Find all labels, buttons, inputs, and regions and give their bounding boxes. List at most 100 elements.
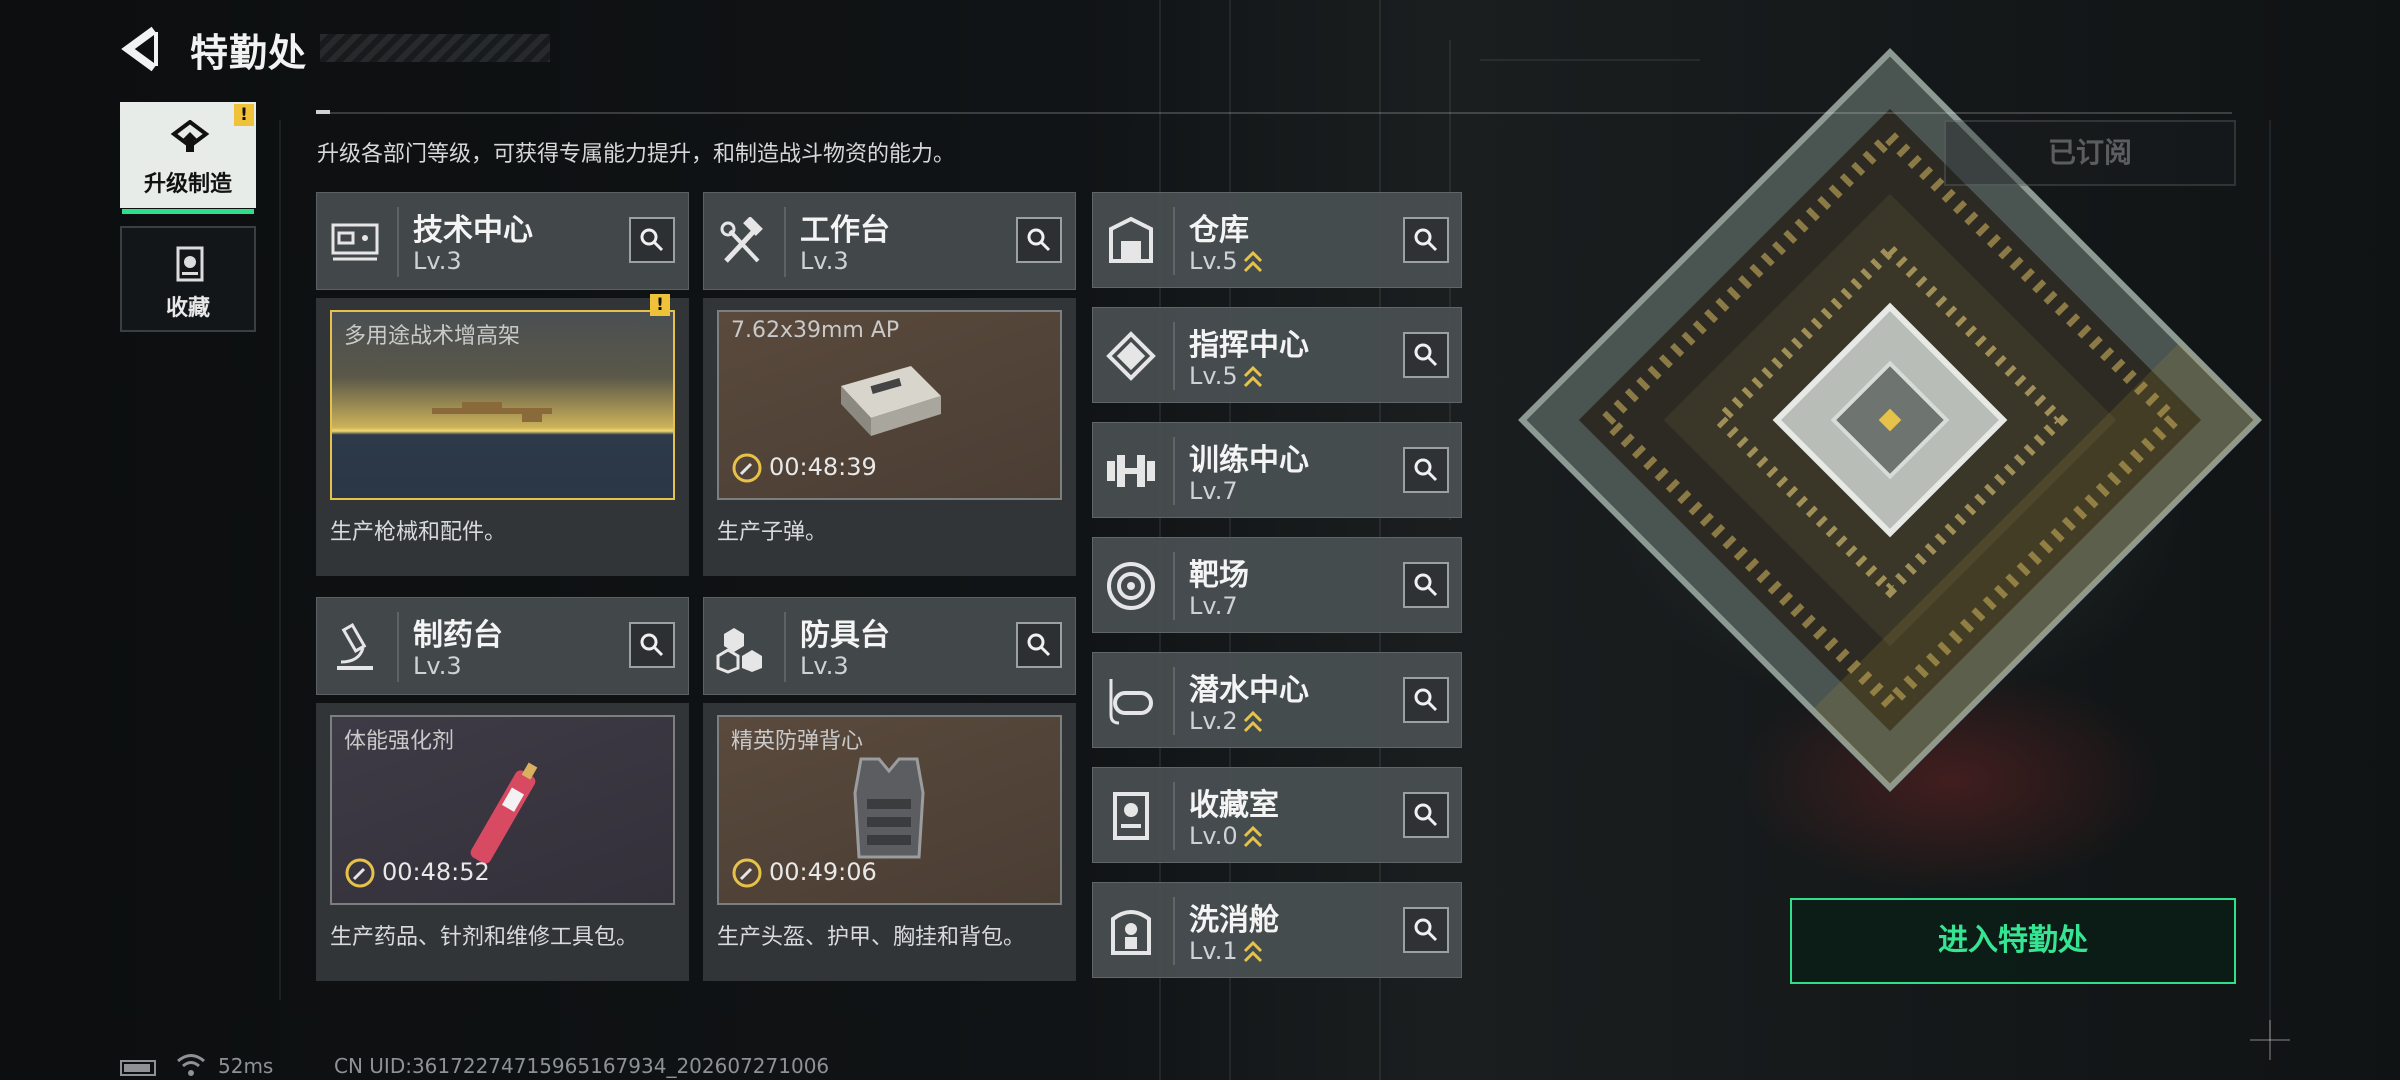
active-tab-indicator <box>122 209 254 214</box>
search-button[interactable] <box>1403 907 1449 953</box>
subscribed-button[interactable]: 已订阅 <box>1944 120 2236 186</box>
title-decoration <box>320 34 550 62</box>
wrench-timer-icon <box>732 858 762 888</box>
warehouse-icon <box>1109 216 1153 263</box>
upgrade-chevron-icon <box>1243 365 1263 388</box>
product-name: 精英防弹背心 <box>731 729 864 754</box>
room-name: 仓库 <box>1189 213 1249 248</box>
search-icon <box>1027 633 1051 657</box>
room-decontamination[interactable]: 洗消舱 Lv.1 <box>1092 882 1462 978</box>
facility-level: Lv.3 <box>800 652 849 680</box>
room-collection-room[interactable]: 收藏室 Lv.0 <box>1092 767 1462 863</box>
wrench-timer-icon <box>732 453 762 483</box>
battery-icon <box>120 1060 156 1076</box>
tech-center-icon <box>331 223 379 261</box>
search-button[interactable] <box>1403 677 1449 723</box>
diving-mask-icon <box>1109 679 1153 725</box>
search-button[interactable] <box>1016 217 1062 263</box>
room-name: 收藏室 <box>1189 788 1279 823</box>
command-chip-icon <box>1106 331 1156 381</box>
item-divider <box>1173 207 1175 275</box>
armor-vest-icon <box>853 757 925 859</box>
product-name: 多用途战术增高架 <box>344 324 521 349</box>
room-training-center[interactable]: 训练中心 Lv.7 <box>1092 422 1462 518</box>
search-button[interactable] <box>1403 792 1449 838</box>
search-button[interactable] <box>1016 622 1062 668</box>
room-level: Lv.5 <box>1189 362 1238 390</box>
facility-name: 技术中心 <box>413 213 533 248</box>
facility-level: Lv.3 <box>800 247 849 275</box>
craft-timer: 00:48:39 <box>731 452 877 484</box>
search-icon <box>1414 918 1438 942</box>
search-icon <box>1414 803 1438 827</box>
facility-level: Lv.3 <box>413 652 462 680</box>
search-icon <box>1414 688 1438 712</box>
facility-level: Lv.3 <box>413 247 462 275</box>
page-subtitle: 升级各部门等级，可获得专属能力提升，和制造战斗物资的能力。 <box>317 142 956 167</box>
room-level: Lv.0 <box>1189 822 1238 850</box>
card-description: 生产枪械和配件。 <box>330 520 507 545</box>
card-body[interactable]: 体能强化剂 00:48:52 生产药品、针剂和维修工具包。 <box>316 703 689 981</box>
target-icon <box>1107 562 1155 610</box>
search-icon <box>640 228 664 252</box>
room-level: Lv.7 <box>1189 477 1238 505</box>
tab-label: 收藏 <box>165 296 210 321</box>
search-icon <box>1414 573 1438 597</box>
dumbbell-icon <box>1107 455 1155 487</box>
room-level: Lv.2 <box>1189 707 1238 735</box>
search-button[interactable] <box>1403 332 1449 378</box>
product-slot[interactable]: 7.62x39mm AP 00:48:39 <box>717 310 1062 500</box>
product-slot[interactable]: 精英防弹背心 00:49:06 <box>717 715 1062 905</box>
card-header[interactable]: 技术中心 Lv.3 <box>316 192 689 290</box>
room-name: 指挥中心 <box>1189 328 1309 363</box>
room-level: Lv.1 <box>1189 937 1238 965</box>
rifle-mount-icon <box>432 402 552 422</box>
divider-tick <box>316 110 330 114</box>
room-name: 潜水中心 <box>1189 673 1309 708</box>
room-level: Lv.7 <box>1189 592 1238 620</box>
card-header[interactable]: 制药台 Lv.3 <box>316 597 689 695</box>
card-body[interactable]: 多用途战术增高架 ! 生产枪械和配件。 <box>316 294 689 576</box>
facility-name: 制药台 <box>413 618 503 653</box>
search-button[interactable] <box>629 622 675 668</box>
timer-value: 00:48:52 <box>382 858 490 886</box>
card-header[interactable]: 防具台 Lv.3 <box>703 597 1076 695</box>
item-divider <box>1173 437 1175 505</box>
search-button[interactable] <box>629 217 675 263</box>
enter-special-ops-button[interactable]: 进入特勤处 <box>1790 898 2236 984</box>
room-diving-center[interactable]: 潜水中心 Lv.2 <box>1092 652 1462 748</box>
timer-value: 00:49:06 <box>769 858 877 886</box>
room-command-center[interactable]: 指挥中心 Lv.5 <box>1092 307 1462 403</box>
tab-collection[interactable]: 收藏 <box>120 226 256 332</box>
room-shooting-range[interactable]: 靶场 Lv.7 <box>1092 537 1462 633</box>
card-header[interactable]: 工作台 Lv.3 <box>703 192 1076 290</box>
product-slot[interactable]: 多用途战术增高架 <box>330 310 675 500</box>
product-name: 7.62x39mm AP <box>731 318 900 343</box>
search-icon <box>640 633 664 657</box>
user-uid: CN UID:36172274715965167934_202607271006 <box>334 1054 830 1078</box>
back-arrow-icon[interactable] <box>120 26 160 72</box>
page-title: 特勤处 <box>190 31 308 75</box>
wifi-icon <box>177 1054 205 1076</box>
upgrade-icon <box>170 120 210 152</box>
craft-timer: 00:49:06 <box>731 857 877 889</box>
collection-case-icon <box>176 246 204 282</box>
item-divider <box>1173 322 1175 390</box>
facility-name: 防具台 <box>800 618 890 653</box>
search-button[interactable] <box>1403 217 1449 263</box>
card-body[interactable]: 精英防弹背心 00:49:06 生产头盔、护甲、胸挂和背包。 <box>703 703 1076 981</box>
decontamination-icon <box>1111 910 1151 955</box>
tab-upgrade-craft[interactable]: 升级制造 ! <box>120 102 256 214</box>
search-button[interactable] <box>1403 447 1449 493</box>
product-name: 体能强化剂 <box>344 729 455 754</box>
room-warehouse[interactable]: 仓库 Lv.5 <box>1092 192 1462 288</box>
search-icon <box>1414 458 1438 482</box>
room-level: Lv.5 <box>1189 247 1238 275</box>
craft-timer: 00:48:52 <box>344 857 490 889</box>
search-icon <box>1414 343 1438 367</box>
header-divider <box>397 612 399 682</box>
search-button[interactable] <box>1403 562 1449 608</box>
card-body[interactable]: 7.62x39mm AP 00:48:39 生产子弹。 <box>703 298 1076 576</box>
display-case-icon <box>1113 792 1149 840</box>
product-slot[interactable]: 体能强化剂 00:48:52 <box>330 715 675 905</box>
